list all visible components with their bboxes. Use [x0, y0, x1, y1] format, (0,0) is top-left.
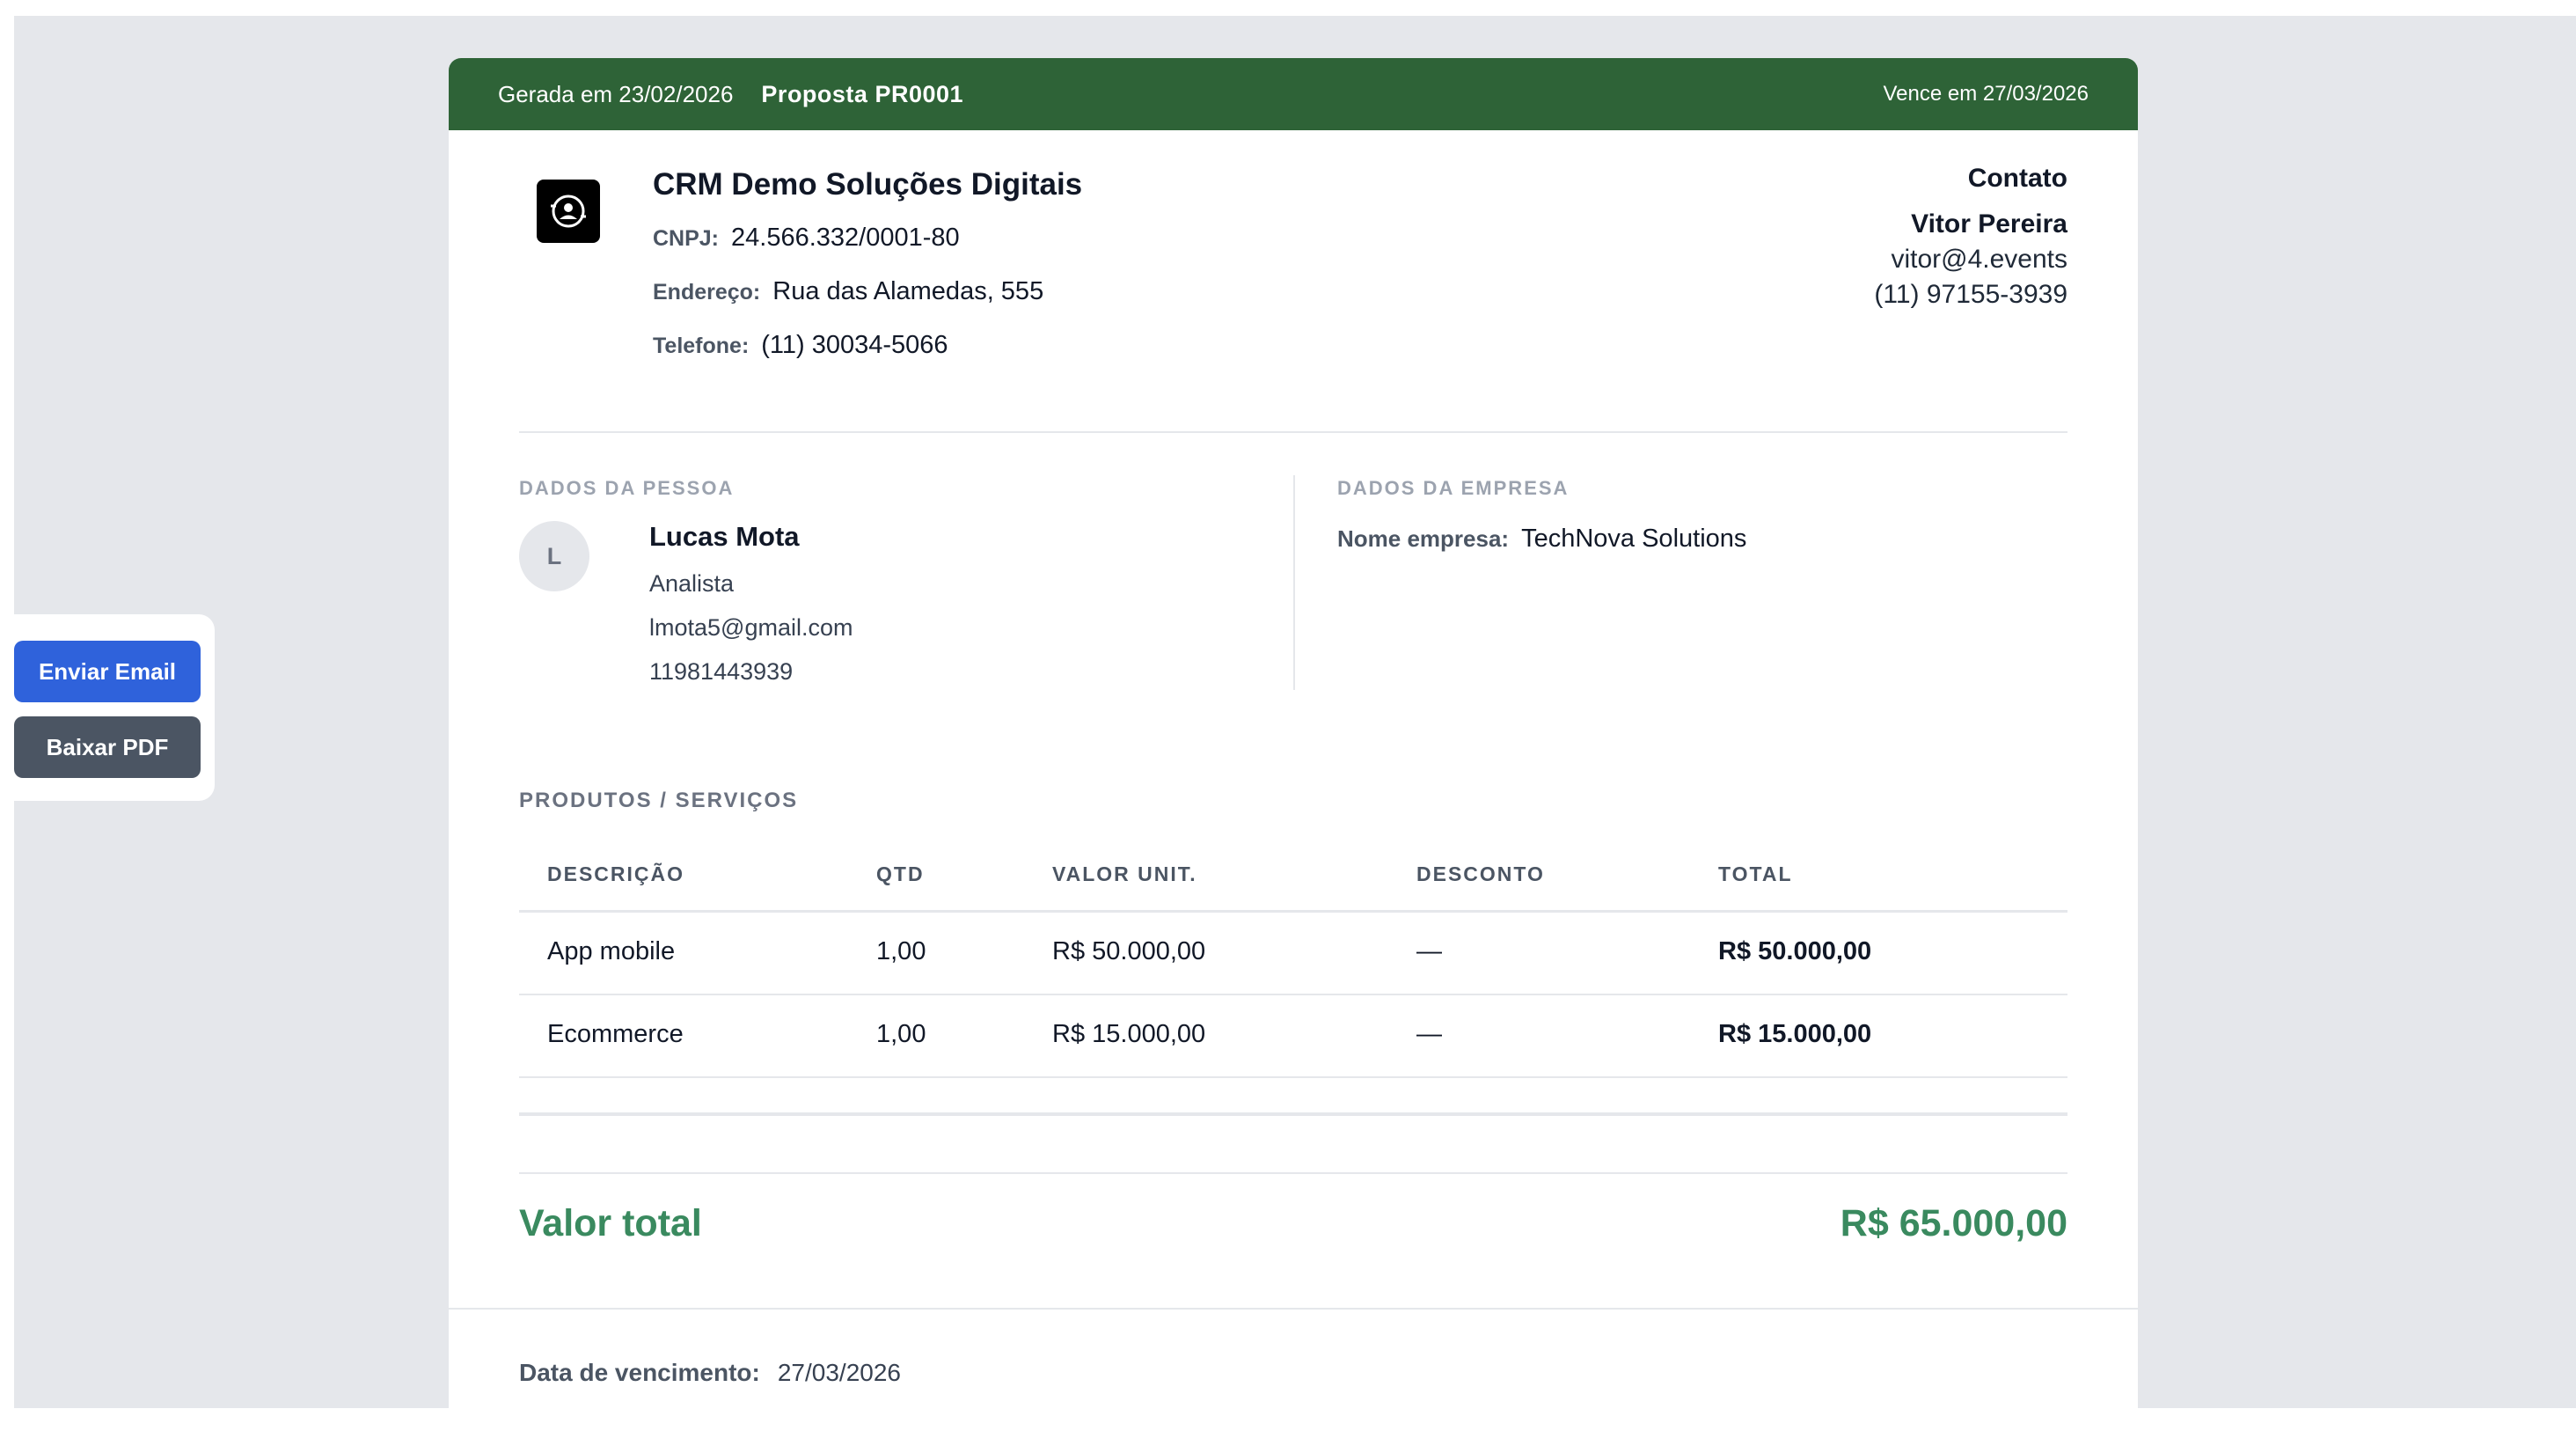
phone-label: Telefone: — [653, 334, 750, 358]
section-divider — [519, 431, 2067, 433]
floating-actions-panel: Enviar Email Baixar PDF — [0, 614, 215, 801]
column-header: VALOR UNIT. — [1052, 862, 1197, 885]
business-name-label: Nome empresa: — [1337, 525, 1510, 552]
cell-description: Ecommerce — [547, 1020, 684, 1048]
company-address: Endereço: Rua das Alamedas, 555 — [653, 277, 1043, 306]
generated-date: Gerada em 23/02/2026 — [498, 80, 734, 107]
products-section-label: PRODUTOS / SERVIÇOS — [519, 789, 799, 812]
address-value: Rua das Alamedas, 555 — [772, 277, 1044, 305]
company-cnpj: CNPJ: 24.566.332/0001-80 — [653, 224, 960, 253]
footer-divider — [449, 1308, 2138, 1310]
table-header: DESCRIÇÃO QTD VALOR UNIT. DESCONTO TOTAL — [519, 845, 2067, 913]
company-phone: Telefone: (11) 30034-5066 — [653, 331, 948, 360]
proposal-number: Proposta PR0001 — [761, 80, 964, 107]
send-email-button[interactable]: Enviar Email — [14, 641, 201, 702]
contact-heading: Contato — [1967, 164, 2067, 193]
products-table: DESCRIÇÃO QTD VALOR UNIT. DESCONTO TOTAL… — [519, 845, 2067, 1078]
contact-phone: (11) 97155-3939 — [1874, 280, 2067, 309]
due-date: Vence em 27/03/2026 — [1883, 82, 2089, 106]
due-date-label: Data de vencimento: — [519, 1359, 760, 1386]
table-row: App mobile 1,00 R$ 50.000,00 — R$ 50.000… — [519, 913, 2067, 995]
column-header: DESCRIÇÃO — [547, 862, 685, 885]
cnpj-label: CNPJ: — [653, 226, 720, 251]
cell-unit-price: R$ 15.000,00 — [1052, 1020, 1206, 1048]
person-name: Lucas Mota — [649, 521, 800, 552]
company-logo-icon — [537, 180, 600, 243]
phone-value: (11) 30034-5066 — [761, 331, 948, 359]
business-name-value: TechNova Solutions — [1521, 525, 1747, 553]
column-header: QTD — [876, 862, 925, 885]
address-label: Endereço: — [653, 280, 761, 305]
cnpj-value: 24.566.332/0001-80 — [731, 224, 960, 252]
business-section-label: DADOS DA EMPRESA — [1337, 477, 1570, 499]
total-divider — [519, 1172, 2067, 1174]
column-header: DESCONTO — [1416, 862, 1545, 885]
column-header: TOTAL — [1718, 862, 1793, 885]
cell-quantity: 1,00 — [876, 937, 926, 965]
contact-block: Contato Vitor Pereira vitor@4.events (11… — [1874, 164, 2067, 310]
total-value: R$ 65.000,00 — [1840, 1202, 2067, 1244]
person-phone: 11981443939 — [649, 658, 794, 685]
vertical-divider — [1293, 475, 1295, 690]
business-name-row: Nome empresa: TechNova Solutions — [1337, 525, 1746, 554]
table-row: Ecommerce 1,00 R$ 15.000,00 — R$ 15.000,… — [519, 995, 2067, 1078]
cell-total: R$ 15.000,00 — [1718, 1020, 1872, 1048]
contact-email: vitor@4.events — [1891, 245, 2067, 274]
company-section: CRM Demo Soluções Digitais CNPJ: 24.566.… — [519, 130, 2067, 491]
avatar: L — [519, 521, 589, 591]
contact-name: Vitor Pereira — [1911, 209, 2067, 238]
download-pdf-button[interactable]: Baixar PDF — [14, 716, 201, 778]
cell-unit-price: R$ 50.000,00 — [1052, 937, 1206, 965]
cell-discount: — — [1416, 1020, 1442, 1048]
person-role: Analista — [649, 570, 735, 597]
cell-total: R$ 50.000,00 — [1718, 937, 1872, 965]
due-date-value: 27/03/2026 — [777, 1359, 901, 1386]
person-section-label: DADOS DA PESSOA — [519, 477, 735, 499]
total-label: Valor total — [519, 1202, 702, 1244]
cell-quantity: 1,00 — [876, 1020, 926, 1048]
proposal-header: Gerada em 23/02/2026 Proposta PR0001 Ven… — [449, 58, 2138, 130]
person-email: lmota5@gmail.com — [649, 614, 853, 641]
cell-discount: — — [1416, 937, 1442, 965]
due-date-row: Data de vencimento: 27/03/2026 — [519, 1359, 901, 1387]
table-footer-line — [519, 1112, 2067, 1116]
cell-description: App mobile — [547, 937, 676, 965]
company-name: CRM Demo Soluções Digitais — [653, 167, 1083, 202]
